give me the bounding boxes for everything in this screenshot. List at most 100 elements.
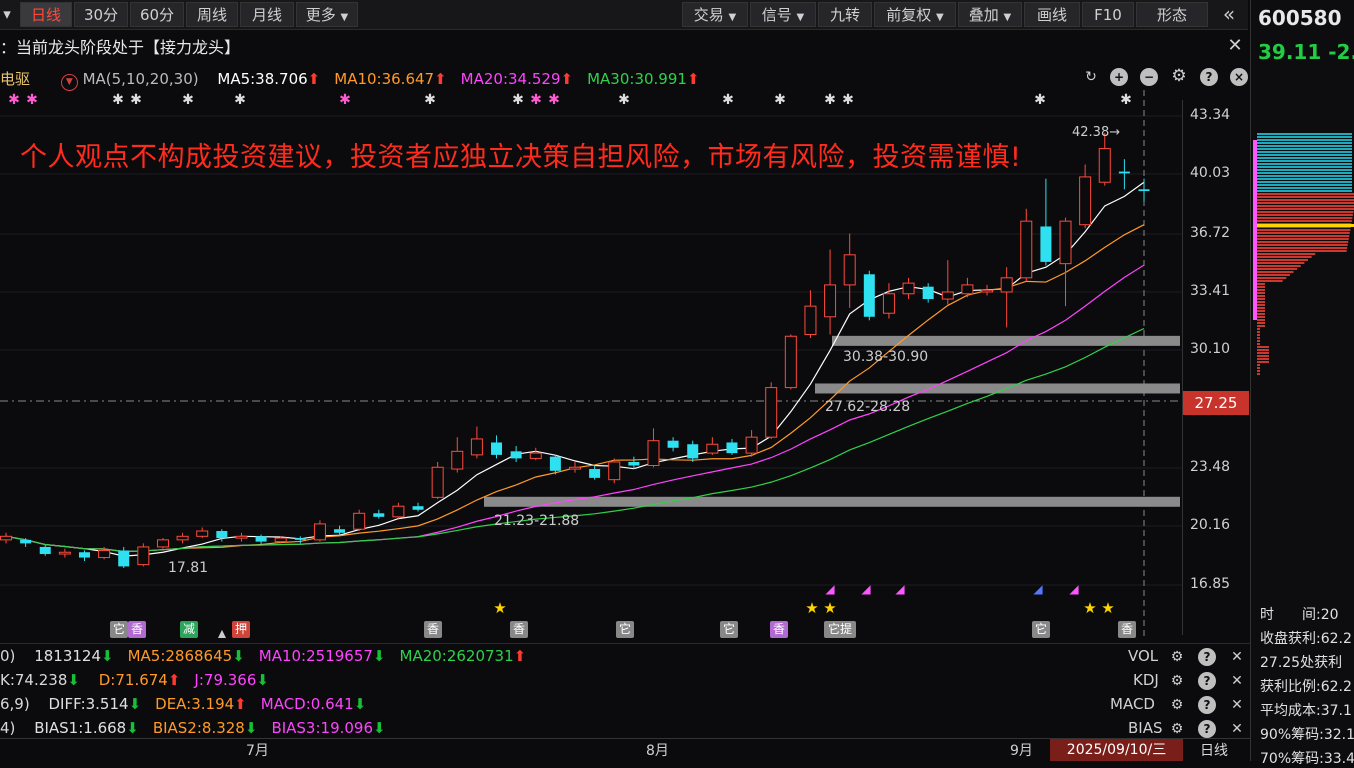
- signal-tag[interactable]: 香: [770, 621, 788, 638]
- pattern-button[interactable]: 形态: [1136, 2, 1208, 27]
- ma-line: [5, 264, 1145, 553]
- chip-bar: [1257, 235, 1350, 237]
- chevron-down-icon: ▼: [340, 12, 349, 23]
- candle-body: [882, 293, 895, 314]
- chip-bar: [1257, 313, 1265, 315]
- help-icon[interactable]: ?: [1198, 648, 1216, 666]
- candle-body: [549, 456, 561, 471]
- chip-bar: [1257, 280, 1283, 282]
- signal-tag[interactable]: 香: [510, 621, 528, 638]
- nine-turn-button[interactable]: 九转: [818, 2, 872, 27]
- signal-tag[interactable]: 它提: [824, 621, 856, 638]
- gear-icon[interactable]: ⚙: [1170, 67, 1188, 85]
- top-toolbar: ▾ 日线 30分 60分 周线 月线 更多 ▼ 交易 ▼ 信号 ▼ 九转 前复权…: [0, 0, 1248, 30]
- chip-bar: [1257, 244, 1348, 246]
- arrow-down-icon: ⬇: [232, 647, 245, 665]
- zone-label: 21.23-21.88: [494, 513, 580, 529]
- chip-bar: [1257, 160, 1352, 162]
- vol-label[interactable]: VOL: [1128, 647, 1158, 665]
- arrow-up-icon: ⬆: [307, 70, 321, 88]
- signal-tag[interactable]: 它: [1032, 621, 1050, 638]
- gear-icon[interactable]: ⚙: [1168, 720, 1186, 738]
- period-label[interactable]: 日线: [1200, 740, 1228, 760]
- chip-bar: [1257, 250, 1347, 252]
- chip-bar: [1257, 211, 1354, 213]
- flag-marker: ◢: [1069, 582, 1079, 596]
- candle-body: [961, 284, 974, 295]
- chip-bar: [1257, 286, 1265, 288]
- candle-body: [392, 505, 405, 518]
- chip-bar: [1257, 229, 1351, 231]
- close-icon[interactable]: ✕: [1228, 648, 1246, 666]
- bias-label[interactable]: BIAS: [1128, 719, 1163, 737]
- arrow-up-icon: ⬆: [434, 70, 447, 88]
- signal-tag[interactable]: 减: [180, 621, 198, 638]
- chip-bar: [1257, 190, 1352, 192]
- adjust-label: 前复权: [886, 6, 932, 24]
- trade-label: 交易: [693, 6, 724, 24]
- price-tick: 16.85: [1190, 576, 1231, 592]
- candle-body: [491, 442, 503, 455]
- signal-star: ✱: [8, 92, 20, 108]
- chip-bar: [1257, 274, 1290, 276]
- chip-bar: [1257, 184, 1352, 186]
- tab-30min[interactable]: 30分: [74, 2, 128, 27]
- signal-tag[interactable]: 香: [1118, 621, 1136, 638]
- dropdown-icon[interactable]: ▼: [60, 74, 78, 91]
- help-icon[interactable]: ?: [1198, 672, 1216, 690]
- candle-body: [1059, 220, 1072, 265]
- tab-more[interactable]: 更多 ▼: [296, 2, 358, 27]
- overlay-button[interactable]: 叠加 ▼: [958, 2, 1022, 27]
- tab-60min[interactable]: 60分: [130, 2, 184, 27]
- candle-body: [255, 536, 267, 542]
- gear-icon[interactable]: ⚙: [1168, 672, 1186, 690]
- close-icon[interactable]: ✕: [1228, 720, 1246, 738]
- tab-weekly[interactable]: 周线: [186, 2, 238, 27]
- candle-body: [156, 539, 169, 548]
- adjust-button[interactable]: 前复权 ▼: [874, 2, 956, 27]
- signal-tag[interactable]: 它: [720, 621, 738, 638]
- macd-label[interactable]: MACD: [1110, 695, 1155, 713]
- collapse-left-icon[interactable]: ▾: [0, 2, 14, 27]
- help-icon[interactable]: ?: [1200, 68, 1218, 86]
- help-icon[interactable]: ?: [1198, 696, 1216, 714]
- close-chart-icon[interactable]: ×: [1230, 68, 1248, 86]
- trade-button[interactable]: 交易 ▼: [682, 2, 748, 27]
- candle-body: [687, 444, 699, 459]
- gear-icon[interactable]: ⚙: [1168, 696, 1186, 714]
- collapse-panel-icon[interactable]: «: [1214, 2, 1244, 27]
- flag-marker: ◢: [1033, 582, 1043, 596]
- refresh-icon[interactable]: ↻: [1082, 68, 1100, 86]
- price-tick: 36.72: [1190, 225, 1231, 241]
- signal-star: ✱: [842, 92, 854, 108]
- signal-tag[interactable]: 它: [616, 621, 634, 638]
- f10-button[interactable]: F10: [1082, 2, 1134, 27]
- chip-bar: [1257, 268, 1298, 270]
- zoom-in-icon[interactable]: +: [1110, 68, 1128, 86]
- signal-tag[interactable]: 香: [424, 621, 442, 638]
- candle-body: [1040, 226, 1052, 262]
- close-icon[interactable]: ✕: [1228, 672, 1246, 690]
- signal-button[interactable]: 信号 ▼: [750, 2, 816, 27]
- chip-stat: 时 间:20: [1260, 607, 1339, 623]
- draw-button[interactable]: 画线: [1024, 2, 1080, 27]
- gear-icon[interactable]: ⚙: [1168, 648, 1186, 666]
- signal-tag[interactable]: 押: [232, 621, 250, 638]
- tab-monthly[interactable]: 月线: [240, 2, 294, 27]
- signal-star: ✱: [112, 92, 124, 108]
- chip-bar: [1257, 298, 1265, 300]
- chip-bar: [1257, 208, 1354, 210]
- signal-tag[interactable]: 它: [110, 621, 128, 638]
- chip-bar: [1257, 283, 1265, 285]
- kdj-label[interactable]: KDJ: [1133, 671, 1159, 689]
- chip-stat: 收盘获利:62.2: [1260, 631, 1352, 647]
- price-value: 39.11: [1258, 40, 1322, 64]
- candle-body: [1020, 220, 1033, 279]
- zoom-out-icon[interactable]: −: [1140, 68, 1158, 86]
- candle-body: [176, 535, 189, 541]
- close-icon[interactable]: ✕: [1226, 37, 1244, 55]
- close-icon[interactable]: ✕: [1228, 696, 1246, 714]
- signal-tag[interactable]: 香: [128, 621, 146, 638]
- tab-daily[interactable]: 日线: [20, 2, 72, 27]
- help-icon[interactable]: ?: [1198, 720, 1216, 738]
